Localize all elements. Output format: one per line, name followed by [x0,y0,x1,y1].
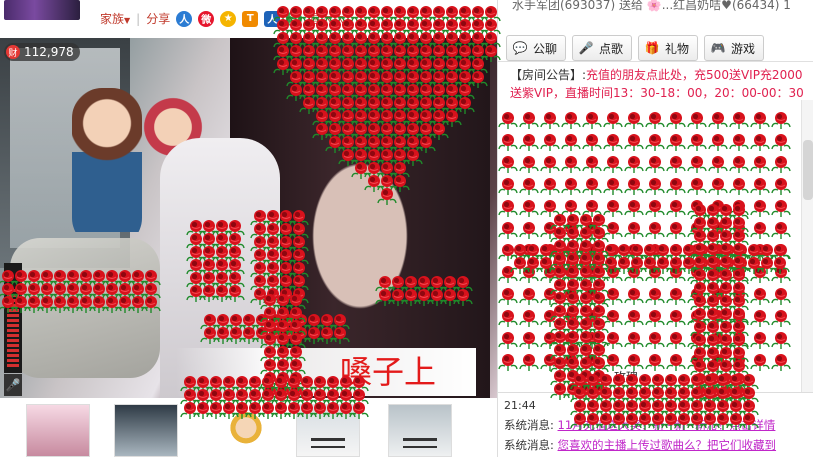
notice-label: 【房间公告】: [510,68,587,82]
chat-line: 玫瑰 [614,370,639,384]
system-message: 系统消息: 11月充值送大奖！新~新~新沁！点击详情 [504,418,776,432]
video-caption: 嗓子上 [176,348,476,396]
scroll-thumb[interactable] [803,140,813,200]
background-lamp [10,238,160,378]
fan-avatar[interactable] [26,404,90,457]
system-message: 系统消息: 您喜欢的主播上传过歌曲么？把它们收藏到 [504,438,777,452]
bench-image [403,438,437,448]
fan-avatar[interactable] [114,404,178,457]
gift-icon: 🎁 [644,41,660,55]
fan-avatar-row [0,400,497,457]
volume-level [7,289,19,369]
wealth-icon: 财 [6,45,20,59]
chat-panel: 水手军团(693037) 送给 🌸...红昌奶咭♥(66434) 1 💬 公聊 🎤… [497,0,813,457]
viewer-count: 112,978 [24,45,74,59]
chevron-down-icon: ▼ [124,16,131,25]
system-message-link[interactable]: 您喜欢的主播上传过歌曲么？把它们收藏到 [558,438,777,452]
bench-image [311,438,345,448]
system-message-link[interactable]: 11月充值送大奖！新~新~新沁！点击详情 [558,418,776,432]
gift-ticker: 水手军团(693037) 送给 🌸...红昌奶咭♥(66434) 1 [512,0,791,12]
tencent-icon[interactable]: T [242,10,259,27]
fan-avatar[interactable] [388,404,452,457]
tab-games[interactable]: 🎮 游戏 [704,35,765,61]
microphone-icon[interactable]: 🎤 [4,374,22,396]
family-menu[interactable]: 家族▼ [100,10,130,27]
divider: | [136,11,141,26]
nav-trailing-text: 唱六六 [308,12,345,26]
room-notice[interactable]: 【房间公告】:充值的朋友点此处，充500送VIP充2000送紫VIP，直播时间1… [510,66,810,102]
tab-song-request[interactable]: 🎤 点歌 [572,35,633,61]
viewer-count-badge: 财 112,978 [4,43,80,61]
doll-figure [72,88,142,248]
qq-weibo-icon[interactable]: 人 [176,10,193,27]
renren-icon[interactable]: 人 [264,10,281,27]
chat-messages: 玫瑰 [498,100,813,400]
chat-scrollbar[interactable] [801,100,813,396]
live-video[interactable]: 财 112,978 🎤 嗓子上 [0,38,497,398]
live-room-page: 家族▼ | 分享 人 微 ★ T 人 豆 唱六六 财 112,978 🎤 嗓子上 [0,0,813,457]
top-nav: 家族▼ | 分享 人 微 ★ T 人 豆 唱六六 [0,0,497,38]
gamepad-icon: 🎮 [710,41,726,55]
chat-timestamp: 21:44 [504,399,536,412]
share-label: 分享 [146,12,171,26]
sina-weibo-icon[interactable]: 微 [198,10,215,27]
tab-gifts[interactable]: 🎁 礼物 [638,35,699,61]
microphone-icon: 🎤 [578,41,594,55]
room-thumbnail[interactable] [4,0,80,20]
nav-links: 家族▼ | 分享 人 微 ★ T 人 豆 唱六六 [100,10,344,27]
fan-avatar[interactable] [296,404,360,457]
douban-icon[interactable]: 豆 [286,10,303,27]
chat-icon: 💬 [512,41,528,55]
cartoon-avatar [228,412,264,457]
tab-public-chat[interactable]: 💬 公聊 [506,35,567,61]
chat-tabs: 💬 公聊 🎤 点歌 🎁 礼物 🎮 游戏 [498,34,813,62]
fan-avatar[interactable] [214,404,278,457]
volume-meter-icon[interactable] [4,263,22,373]
qzone-icon[interactable]: ★ [220,10,237,27]
system-messages: 21:44 系统消息: 11月充值送大奖！新~新~新沁！点击详情 系统消息: 您… [498,392,813,457]
